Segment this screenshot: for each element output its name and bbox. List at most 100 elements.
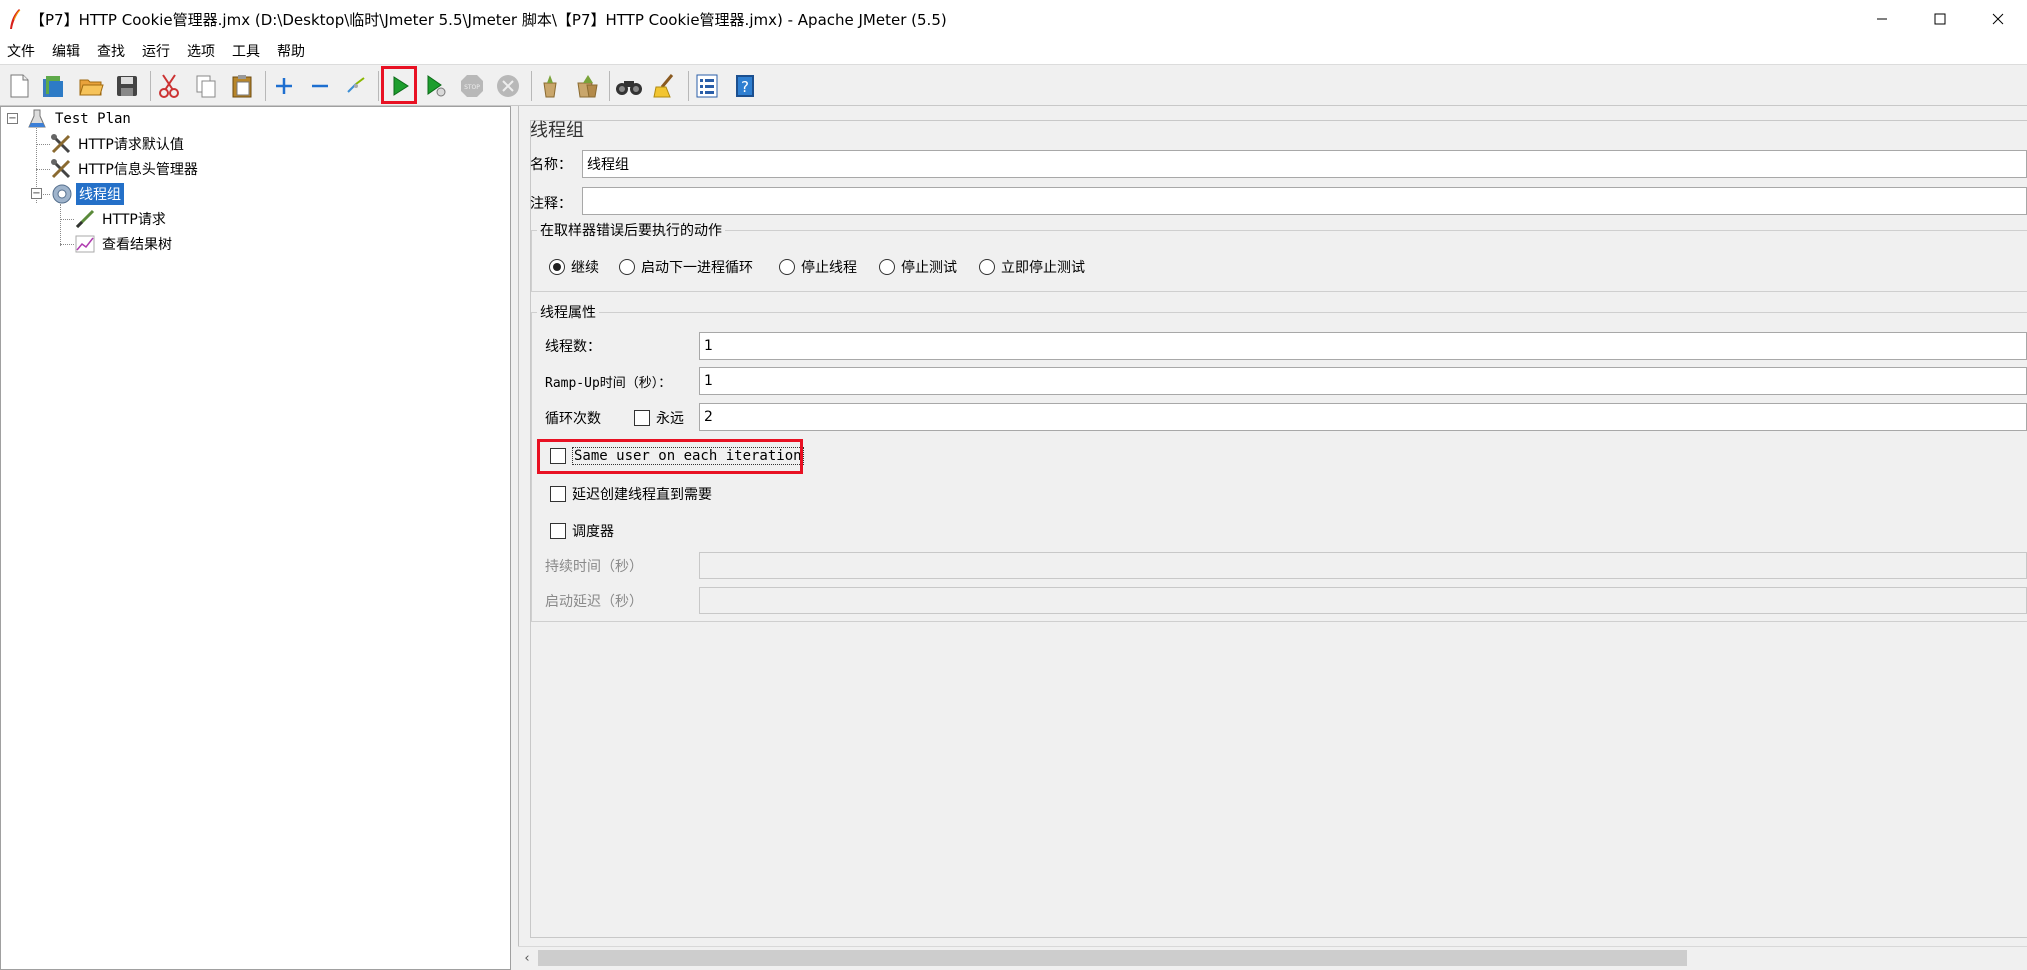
radio-stop-thread[interactable]: 停止线程 xyxy=(779,257,857,277)
close-icon[interactable] xyxy=(1969,0,2027,38)
expand-icon[interactable] xyxy=(268,69,300,103)
tree-connector xyxy=(60,204,61,246)
scrollbar-thumb[interactable] xyxy=(538,950,1687,966)
tree-item-thread-group[interactable]: 线程组 xyxy=(50,183,124,205)
menu-search[interactable]: 查找 xyxy=(96,41,126,61)
tree-connector xyxy=(43,194,50,195)
comment-field[interactable] xyxy=(582,187,2027,215)
tree-item-test-plan[interactable]: Test Plan xyxy=(26,108,134,130)
radio-button[interactable] xyxy=(619,259,635,275)
svg-text:?: ? xyxy=(741,78,749,96)
radio-start-next-loop[interactable]: 启动下一进程循环 xyxy=(619,257,753,277)
error-action-title: 在取样器错误后要执行的动作 xyxy=(537,220,725,240)
scroll-left-icon[interactable]: ‹ xyxy=(520,950,534,966)
page-title: 线程组 xyxy=(530,120,584,141)
tree-label: Test Plan xyxy=(55,111,131,127)
new-icon[interactable] xyxy=(3,69,35,103)
radio-label: 停止测试 xyxy=(901,260,957,276)
collapse-toggle[interactable]: − xyxy=(31,188,42,199)
menu-file[interactable]: 文件 xyxy=(6,41,36,61)
radio-stop-test[interactable]: 停止测试 xyxy=(879,257,957,277)
radio-label: 立即停止测试 xyxy=(1001,260,1085,276)
radio-button[interactable] xyxy=(879,259,895,275)
tree-item-http-defaults[interactable]: HTTP请求默认值 xyxy=(50,133,187,155)
test-plan-icon xyxy=(28,109,46,128)
splitter[interactable] xyxy=(511,106,518,970)
checkbox[interactable] xyxy=(550,486,566,502)
toggle-icon[interactable] xyxy=(340,69,372,103)
checkbox[interactable] xyxy=(550,523,566,539)
toolbar-separator xyxy=(531,71,532,101)
rampup-label: Ramp-Up时间（秒）： xyxy=(545,376,672,391)
templates-icon[interactable] xyxy=(37,69,69,103)
radio-button[interactable] xyxy=(979,259,995,275)
tree-connector xyxy=(60,219,74,220)
forever-label: 永远 xyxy=(656,411,684,427)
duration-field[interactable] xyxy=(699,552,2027,579)
tree-connector xyxy=(36,169,50,170)
scheduler-checkbox[interactable]: 调度器 xyxy=(550,521,614,541)
toolbar-separator xyxy=(609,71,610,101)
tree-item-http-request[interactable]: HTTP请求 xyxy=(74,208,169,230)
tree-label: HTTP请求默认值 xyxy=(78,137,184,153)
name-label: 名称： xyxy=(530,157,572,173)
maximize-icon[interactable] xyxy=(1911,0,1969,38)
tree-label: HTTP请求 xyxy=(102,212,166,228)
radio-stop-test-now[interactable]: 立即停止测试 xyxy=(979,257,1085,277)
radio-label: 启动下一进程循环 xyxy=(641,260,753,276)
threads-field[interactable]: 1 xyxy=(699,332,2027,360)
paste-icon[interactable] xyxy=(226,69,258,103)
minimize-icon[interactable] xyxy=(1853,0,1911,38)
window-title: 【P7】HTTP Cookie管理器.jmx (D:\Desktop\临时\Jm… xyxy=(30,10,947,29)
collapse-toggle[interactable]: − xyxy=(7,113,18,124)
toolbar-separator xyxy=(688,71,689,101)
toolbar: STOP ? xyxy=(0,64,2027,106)
startup-delay-label: 启动延迟（秒） xyxy=(545,594,643,610)
forever-checkbox[interactable]: 永远 xyxy=(634,408,684,428)
save-icon[interactable] xyxy=(111,69,143,103)
cut-icon[interactable] xyxy=(153,69,185,103)
menu-bar: 文件 编辑 查找 运行 选项 工具 帮助 xyxy=(0,38,2027,64)
scheduler-label: 调度器 xyxy=(572,524,614,540)
radio-button[interactable] xyxy=(549,259,565,275)
start-button-highlight xyxy=(381,66,417,104)
radio-continue[interactable]: 继续 xyxy=(549,257,599,277)
name-field[interactable]: 线程组 xyxy=(582,150,2027,178)
config-element-icon xyxy=(51,134,71,154)
reset-search-icon[interactable] xyxy=(649,69,681,103)
menu-run[interactable]: 运行 xyxy=(141,41,171,61)
start-no-pauses-icon[interactable] xyxy=(420,69,452,103)
delay-thread-creation-label: 延迟创建线程直到需要 xyxy=(572,487,712,503)
stop-icon[interactable]: STOP xyxy=(456,69,488,103)
clear-icon[interactable] xyxy=(534,69,566,103)
radio-button[interactable] xyxy=(779,259,795,275)
loop-count-label: 循环次数 xyxy=(545,411,601,427)
loop-count-field[interactable]: 2 xyxy=(699,403,2027,431)
tree-connector xyxy=(36,144,50,145)
menu-help[interactable]: 帮助 xyxy=(276,41,306,61)
menu-options[interactable]: 选项 xyxy=(186,41,216,61)
startup-delay-field[interactable] xyxy=(699,587,2027,614)
tree-item-header-manager[interactable]: HTTP信息头管理器 xyxy=(50,158,201,180)
menu-edit[interactable]: 编辑 xyxy=(51,41,81,61)
rampup-field[interactable]: 1 xyxy=(699,367,2027,395)
function-helper-icon[interactable] xyxy=(691,69,723,103)
tree-label: 线程组 xyxy=(76,183,124,205)
open-icon[interactable] xyxy=(75,69,107,103)
menu-tools[interactable]: 工具 xyxy=(231,41,261,61)
checkbox[interactable] xyxy=(634,410,650,426)
collapse-icon[interactable] xyxy=(304,69,336,103)
clear-all-icon[interactable] xyxy=(570,69,602,103)
jmeter-feather-icon xyxy=(10,9,21,29)
copy-icon[interactable] xyxy=(190,69,222,103)
delay-thread-creation-checkbox[interactable]: 延迟创建线程直到需要 xyxy=(550,484,712,504)
error-action-group xyxy=(531,230,2027,292)
toolbar-separator xyxy=(150,71,151,101)
help-icon[interactable]: ? xyxy=(729,69,761,103)
search-icon[interactable] xyxy=(613,69,645,103)
svg-text:STOP: STOP xyxy=(464,84,480,91)
toolbar-separator xyxy=(378,71,379,101)
config-element-icon xyxy=(51,159,71,179)
shutdown-icon[interactable] xyxy=(492,69,524,103)
tree-item-results-tree[interactable]: 查看结果树 xyxy=(74,233,175,255)
